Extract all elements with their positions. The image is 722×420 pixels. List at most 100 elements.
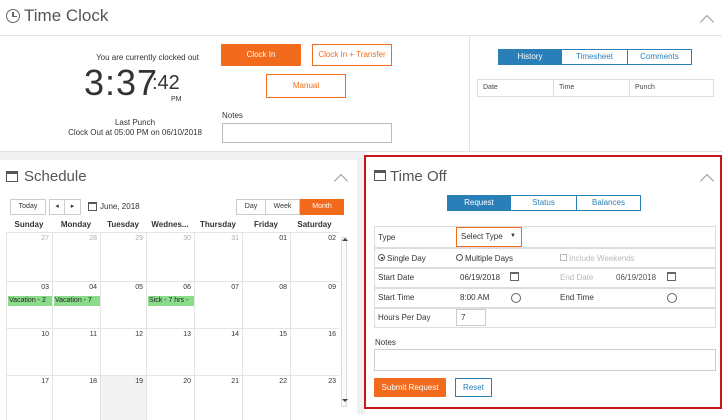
reset-button[interactable]: Reset	[455, 378, 492, 397]
calendar-day-cell[interactable]: 01	[242, 232, 290, 281]
calendar-small-icon[interactable]	[88, 202, 97, 211]
column-date: Date	[478, 80, 554, 96]
day-number: 01	[279, 235, 287, 242]
day-number: 22	[279, 378, 287, 385]
day-number: 31	[231, 235, 239, 242]
calendar-day-cell[interactable]: 07	[194, 281, 242, 328]
manual-button[interactable]: Manual	[266, 74, 346, 98]
start-time-clock-icon[interactable]	[511, 293, 521, 303]
dropdown-caret-icon: ▼	[510, 233, 516, 239]
calendar-day-cell[interactable]: 22	[242, 375, 290, 420]
day-number: 05	[135, 284, 143, 291]
calendar-day-cell[interactable]: 19	[100, 375, 146, 420]
calendar-day-cell[interactable]: 05	[100, 281, 146, 328]
hours-per-day-input[interactable]: 7	[456, 309, 486, 326]
view-month-button[interactable]: Month	[300, 199, 344, 215]
type-row	[374, 226, 716, 248]
day-number: 10	[41, 331, 49, 338]
include-weekends-checkbox[interactable]	[560, 254, 567, 261]
calendar-day-cell[interactable]: 03 Vacation - 2	[6, 281, 52, 328]
calendar-day-cell[interactable]: 23	[290, 375, 339, 420]
end-time-input[interactable]	[612, 289, 662, 307]
end-date-calendar-icon[interactable]	[667, 272, 676, 281]
calendar-day-cell[interactable]: 18	[52, 375, 100, 420]
day-number: 18	[89, 378, 97, 385]
calendar-day-cell[interactable]: 31	[194, 232, 242, 281]
month-calendar-grid: Sunday Monday Tuesday Wednes... Thursday Frid…	[6, 218, 339, 420]
today-button[interactable]: Today	[10, 199, 46, 215]
time-off-notes-input[interactable]	[374, 349, 716, 371]
clock-in-button[interactable]: Clock In	[221, 44, 301, 66]
end-time-clock-icon[interactable]	[667, 293, 677, 303]
prev-month-button[interactable]: ◂	[49, 199, 65, 215]
calendar-15-icon	[374, 170, 386, 181]
calendar-day-cell[interactable]: 28	[52, 232, 100, 281]
history-table-header: Date Time Punch	[477, 79, 714, 97]
calendar-day-cell[interactable]: 16	[290, 328, 339, 375]
calendar-day-cell[interactable]: 15	[242, 328, 290, 375]
calendar-day-cell[interactable]: 09	[290, 281, 339, 328]
calendar-day-cell[interactable]: 14	[194, 328, 242, 375]
tab-timesheet[interactable]: Timesheet	[562, 49, 628, 65]
start-date-input[interactable]: 06/19/2018	[456, 269, 506, 287]
end-date-label: End Date	[560, 273, 594, 282]
time-row	[374, 288, 716, 308]
panel-divider	[469, 36, 470, 152]
calendar-scrollbar[interactable]	[341, 237, 347, 407]
day-number: 15	[279, 331, 287, 338]
time-clock-panel: Time Clock You are currently clocked out…	[0, 0, 722, 152]
calendar-event[interactable]: Vacation - 7	[54, 296, 100, 306]
collapse-chevron-up-icon[interactable]	[333, 173, 349, 189]
day-number: 11	[89, 331, 97, 338]
day-number: 20	[183, 378, 191, 385]
calendar-day-cell[interactable]: 02	[290, 232, 339, 281]
calendar-event[interactable]: Sick - 7 hrs -	[148, 296, 194, 306]
clock-in-transfer-button[interactable]: Clock In + Transfer	[312, 44, 392, 66]
calendar-day-cell[interactable]: 08	[242, 281, 290, 328]
hours-per-day-label: Hours Per Day	[378, 313, 431, 322]
day-name-header: Sunday	[14, 220, 44, 229]
scroll-up-arrow-icon[interactable]	[342, 238, 348, 241]
notes-label: Notes	[222, 111, 243, 120]
calendar-day-cell[interactable]: 21	[194, 375, 242, 420]
tab-request[interactable]: Request	[447, 195, 511, 211]
time-off-notes-label: Notes	[375, 338, 396, 347]
day-name-header: Friday	[253, 220, 278, 229]
start-date-calendar-icon[interactable]	[510, 272, 519, 281]
calendar-day-cell[interactable]: 20	[146, 375, 194, 420]
end-date-input[interactable]: 06/19/2018	[612, 269, 662, 287]
tab-comments[interactable]: Comments	[628, 49, 692, 65]
calendar-event[interactable]: Vacation - 2	[8, 296, 52, 306]
tab-status[interactable]: Status	[511, 195, 577, 211]
day-number: 12	[135, 331, 143, 338]
view-week-button[interactable]: Week	[266, 199, 300, 215]
day-number: 07	[231, 284, 239, 291]
next-month-button[interactable]: ▸	[65, 199, 81, 215]
calendar-day-cell[interactable]: 04 Vacation - 7	[52, 281, 100, 328]
view-day-button[interactable]: Day	[236, 199, 266, 215]
start-date-label: Start Date	[378, 273, 415, 282]
calendar-day-cell[interactable]: 17	[6, 375, 52, 420]
tab-history[interactable]: History	[498, 49, 562, 65]
current-time: 3:37	[84, 62, 159, 103]
calendar-day-cell[interactable]: 30	[146, 232, 194, 281]
calendar-day-cell[interactable]: 29	[100, 232, 146, 281]
calendar-day-cell[interactable]: 11	[52, 328, 100, 375]
calendar-day-cell[interactable]: 27	[6, 232, 52, 281]
clock-notes-input[interactable]	[222, 123, 392, 143]
type-select[interactable]: Select Type ▼	[456, 227, 522, 247]
section-gap	[0, 152, 357, 160]
single-day-radio[interactable]	[378, 254, 385, 261]
scroll-down-arrow-icon[interactable]	[342, 399, 348, 402]
calendar-day-cell[interactable]: 10	[6, 328, 52, 375]
submit-request-button[interactable]: Submit Request	[374, 378, 446, 397]
start-time-input[interactable]: 8:00 AM	[456, 289, 506, 307]
multiple-days-radio[interactable]	[456, 254, 463, 261]
calendar-day-cell[interactable]: 13	[146, 328, 194, 375]
calendar-day-cell[interactable]: 12	[100, 328, 146, 375]
calendar-toolbar: Today ◂ ▸ June, 2018 Day Week Month	[10, 199, 344, 216]
tab-balances[interactable]: Balances	[577, 195, 641, 211]
history-tabs: History Timesheet Comments	[498, 49, 692, 65]
calendar-day-cell[interactable]: 06 Sick - 7 hrs -	[146, 281, 194, 328]
last-punch-label: Last Punch	[114, 118, 156, 127]
